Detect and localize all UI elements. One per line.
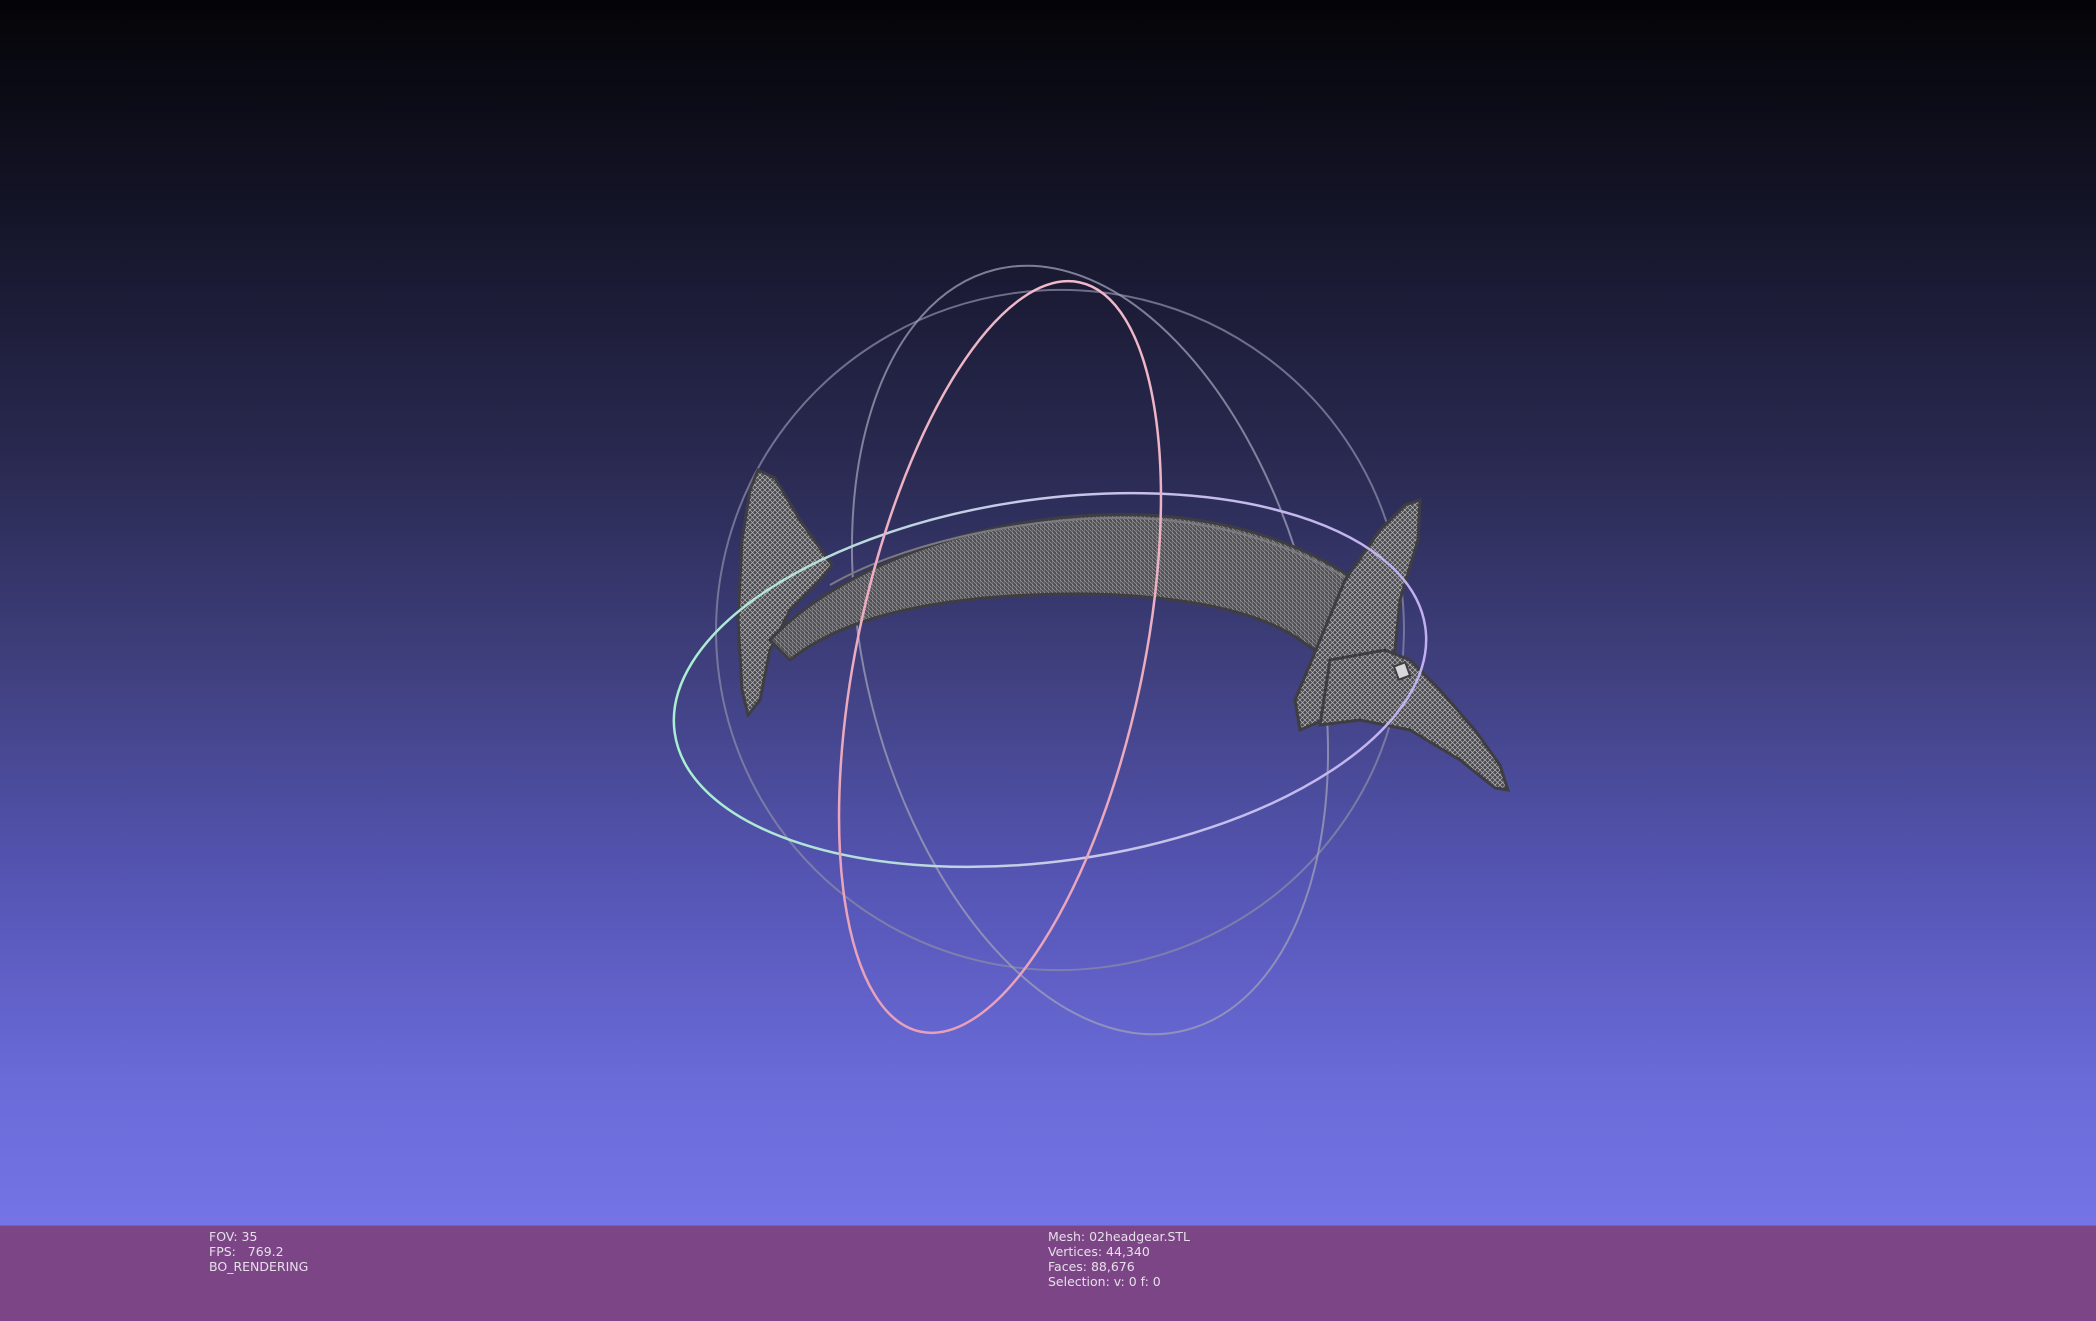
faces-label: Faces: 88,676 — [1048, 1259, 1135, 1274]
render-mode-label: BO_RENDERING — [209, 1259, 309, 1274]
mesh-info: Mesh: 02headgear.STL Vertices: 44,340 Fa… — [1048, 1229, 1190, 1289]
mesh-left-fin — [736, 467, 834, 719]
mesh-name-label: Mesh: 02headgear.STL — [1048, 1229, 1190, 1244]
fov-label: FOV: 35 — [209, 1229, 258, 1244]
info-bar: FOV: 35 FPS: 769.2 BO_RENDERING Mesh: 02… — [0, 1225, 2096, 1321]
3d-viewport[interactable] — [0, 0, 2096, 1225]
scene-canvas[interactable] — [0, 0, 2096, 1225]
fps-label: FPS: 769.2 — [209, 1244, 284, 1259]
vertices-label: Vertices: 44,340 — [1048, 1244, 1150, 1259]
render-info: FOV: 35 FPS: 769.2 BO_RENDERING — [209, 1229, 308, 1274]
selection-label: Selection: v: 0 f: 0 — [1048, 1274, 1161, 1289]
mesh-right-horn — [1318, 648, 1511, 792]
mesh-band — [767, 513, 1387, 663]
trackball-ring-vertical — [837, 279, 1163, 1035]
